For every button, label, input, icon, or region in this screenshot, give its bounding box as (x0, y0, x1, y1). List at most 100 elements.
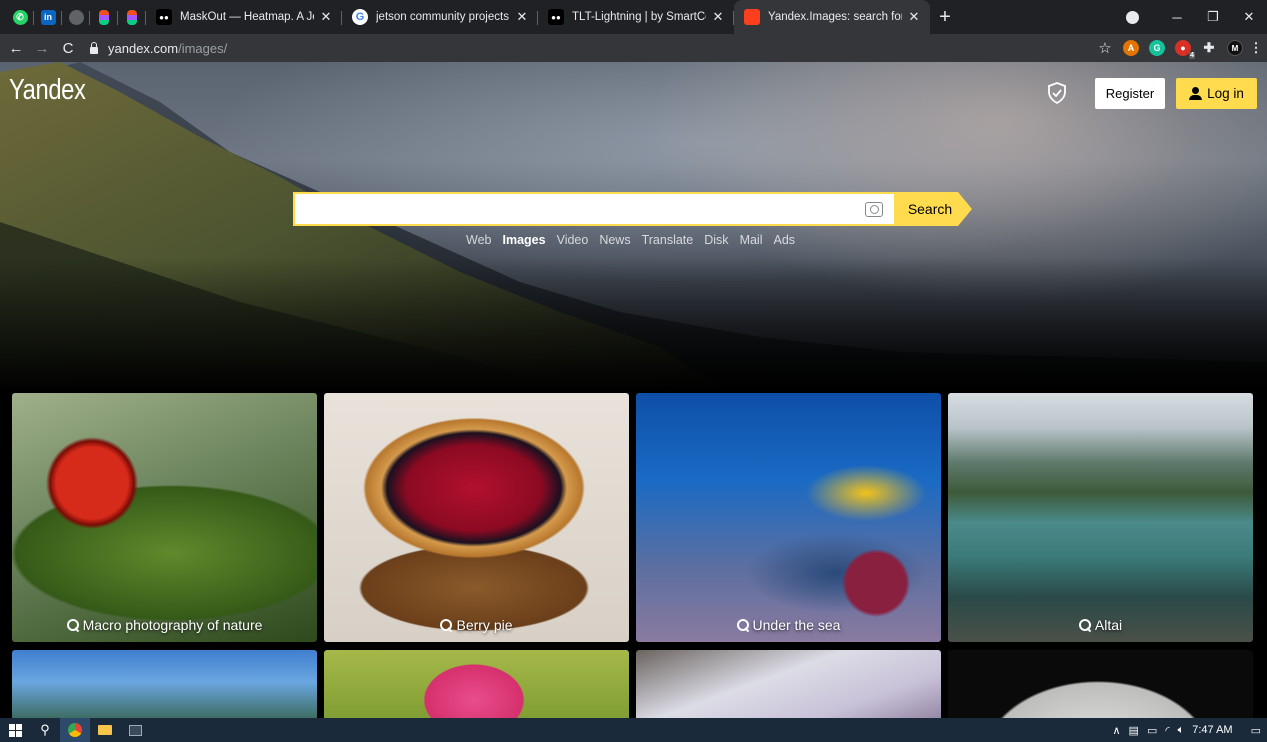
tab-title: MaskOut — Heatmap. A Jetson U (180, 11, 314, 23)
close-icon[interactable]: ✕ (710, 9, 726, 25)
tab-title: Yandex.Images: search for image (768, 11, 902, 23)
tile-under-the-sea[interactable]: Under the sea (636, 393, 941, 642)
tab-tlt-lightning[interactable]: ●● TLT-Lightning | by SmartCow | M ✕ (538, 0, 734, 34)
extensions-area: ☆ A G ● 4 ✚ M ⋮ (1097, 40, 1263, 59)
network-icon[interactable]: ▤ (1129, 724, 1139, 737)
new-tab-button[interactable]: + (930, 0, 960, 34)
pinned-tab-linkedin[interactable]: in (34, 0, 62, 34)
window-controls: ─ ❐ ✕ (1126, 0, 1267, 34)
search-input[interactable] (295, 194, 855, 224)
tile-paper-craft[interactable] (636, 650, 941, 718)
tile-macro-photography[interactable]: Macro photography of nature (12, 393, 317, 642)
url-path: /images/ (178, 40, 228, 56)
search-field (293, 192, 894, 226)
tile-caption: Under the sea (636, 617, 941, 633)
login-label: Log in (1207, 86, 1244, 101)
pinned-tab-figma[interactable] (90, 0, 118, 34)
puzzle-icon[interactable]: ✚ (1201, 40, 1217, 56)
extension-badge-icon[interactable]: ● 4 (1175, 40, 1195, 59)
search-icon (66, 619, 79, 631)
clock[interactable]: 7:47 AM (1192, 724, 1232, 736)
user-icon (1189, 87, 1203, 100)
pinned-tab-whatsapp[interactable]: ✆ (6, 0, 34, 34)
wifi-icon[interactable]: ◜ (1165, 724, 1169, 737)
url-host: yandex.com (108, 40, 179, 56)
pinned-tab-figma-2[interactable] (118, 0, 146, 34)
camera-search-icon[interactable] (865, 202, 883, 217)
windows-start-icon[interactable] (0, 718, 30, 742)
search-icon (736, 619, 749, 631)
minimize-button[interactable]: ─ (1159, 10, 1195, 25)
tile-caption: Berry pie (324, 617, 629, 633)
tab-maskout[interactable]: ●● MaskOut — Heatmap. A Jetson U ✕ (146, 0, 342, 34)
service-link-ads[interactable]: Ads (773, 233, 795, 247)
search-form: Search (293, 192, 972, 226)
tile-caption: Macro photography of nature (12, 617, 317, 633)
lock-icon (88, 42, 100, 54)
file-explorer-icon[interactable] (90, 718, 120, 742)
tile-altai[interactable]: Altai (948, 393, 1253, 642)
shield-icon[interactable] (1047, 82, 1067, 104)
yandex-images-page: Yandex Register Log in Search Web Images… (0, 62, 1267, 718)
volume-icon[interactable]: 🔈︎ (1178, 724, 1185, 737)
close-window-button[interactable]: ✕ (1231, 9, 1267, 25)
chrome-icon (68, 9, 84, 25)
tab-google-search[interactable]: G jetson community projects - Goo ✕ (342, 0, 538, 34)
close-icon[interactable]: ✕ (318, 9, 334, 25)
menu-icon[interactable]: ⋮ (1250, 40, 1263, 56)
login-button[interactable]: Log in (1176, 78, 1257, 109)
chrome-taskbar-icon[interactable] (60, 718, 90, 742)
linkedin-icon: in (40, 9, 56, 25)
forward-icon[interactable]: → (32, 40, 52, 57)
close-icon[interactable]: ✕ (514, 9, 530, 25)
search-icon[interactable]: ⚲ (30, 718, 60, 742)
tile-tropical-beach[interactable] (12, 650, 317, 718)
figma-icon (127, 9, 137, 25)
service-link-mail[interactable]: Mail (740, 233, 763, 247)
profile-avatar[interactable]: M (1227, 40, 1243, 56)
service-link-translate[interactable]: Translate (642, 233, 694, 247)
battery-icon[interactable]: ▭ (1147, 724, 1157, 737)
pinned-tab-chrome[interactable] (62, 0, 90, 34)
medium-icon: ●● (156, 9, 172, 25)
tile-caption-text: Under the sea (752, 617, 841, 633)
tile-moon[interactable] (948, 650, 1253, 718)
yandex-images-icon (744, 9, 760, 25)
browser-toolbar: ← → C yandex.com/images/ ☆ A G ● 4 ✚ M ⋮ (0, 34, 1267, 62)
service-link-web[interactable]: Web (466, 233, 491, 247)
address-bar[interactable]: yandex.com/images/ (88, 36, 1097, 60)
hero-background: Yandex Register Log in Search Web Images… (0, 62, 1267, 388)
tab-title: TLT-Lightning | by SmartCow | M (572, 11, 706, 23)
close-icon[interactable]: ✕ (906, 9, 922, 25)
tab-strip: ✆ in ●● MaskOut — Heatmap. A Jetson U ✕ … (0, 0, 1267, 34)
star-icon[interactable]: ☆ (1097, 40, 1113, 57)
services-nav: Web Images Video News Translate Disk Mai… (466, 233, 795, 247)
extension-icon[interactable]: A (1123, 40, 1139, 56)
grammarly-icon[interactable]: G (1149, 40, 1165, 56)
yandex-logo[interactable]: Yandex (9, 74, 86, 107)
tab-search-icon[interactable] (1126, 10, 1139, 24)
windows-taskbar: ⚲ ∧ ▤ ▭ ◜ 🔈︎ 7:47 AM ▭ (0, 718, 1267, 742)
extension-badge: 4 (1189, 52, 1195, 59)
tile-caption-text: Altai (1094, 617, 1123, 633)
chevron-up-icon[interactable]: ∧ (1112, 724, 1120, 737)
back-icon[interactable]: ← (6, 40, 26, 57)
search-button[interactable]: Search (894, 192, 972, 226)
tile-berry-pie[interactable]: Berry pie (324, 393, 629, 642)
tile-caption-text: Berry pie (456, 617, 513, 633)
service-link-images[interactable]: Images (502, 233, 545, 247)
search-icon (440, 619, 453, 631)
register-button[interactable]: Register (1095, 78, 1165, 109)
search-icon (1078, 619, 1091, 631)
system-tray: ∧ ▤ ▭ ◜ 🔈︎ 7:47 AM ▭ (1112, 718, 1261, 742)
notifications-icon[interactable]: ▭ (1251, 724, 1261, 737)
service-link-disk[interactable]: Disk (704, 233, 728, 247)
maximize-button[interactable]: ❐ (1195, 9, 1231, 25)
tab-yandex-images[interactable]: Yandex.Images: search for image ✕ (734, 0, 930, 34)
terminal-icon[interactable] (120, 718, 150, 742)
service-link-news[interactable]: News (599, 233, 630, 247)
tab-title: jetson community projects - Goo (376, 11, 510, 23)
service-link-video[interactable]: Video (557, 233, 589, 247)
tile-jar[interactable] (324, 650, 629, 718)
reload-icon[interactable]: C (58, 40, 78, 57)
